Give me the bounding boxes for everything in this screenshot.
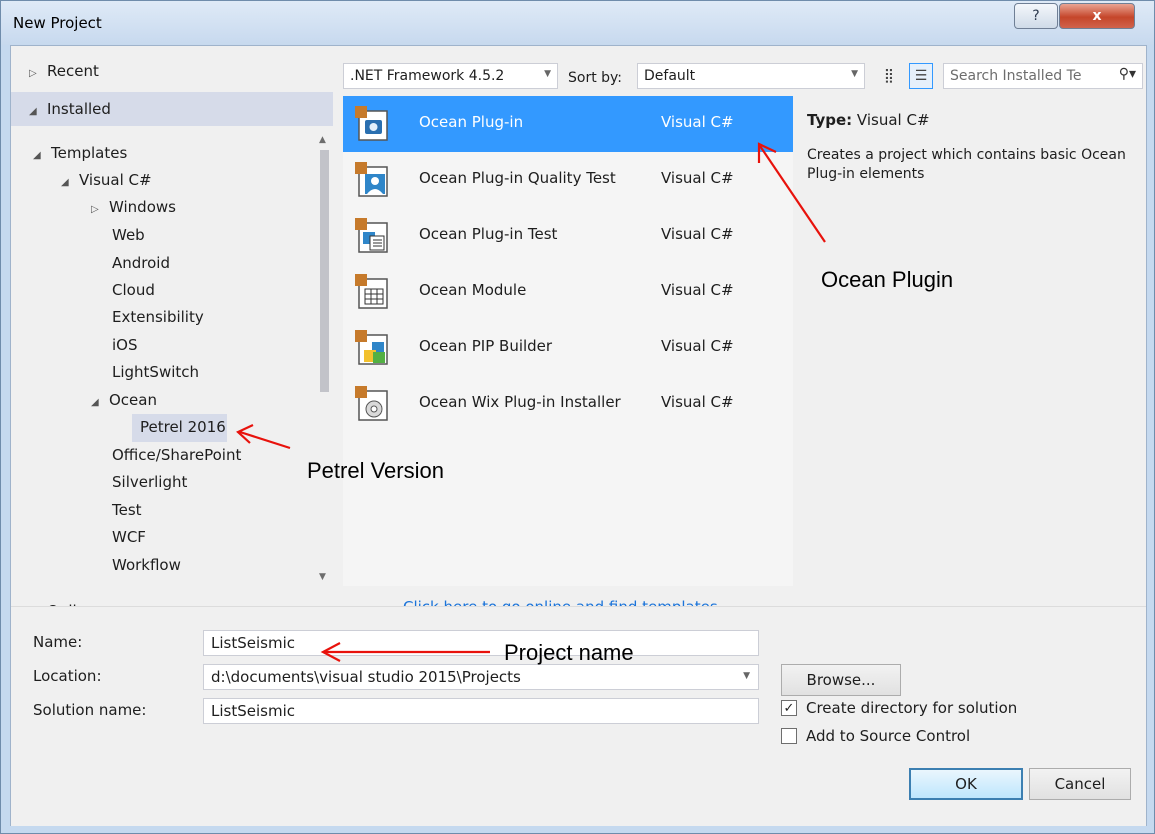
annotation-petrel-version: Petrel Version [307,458,444,483]
window-title: New Project [13,14,102,32]
name-label: Name: [33,633,83,651]
template-item-ocean-pip-builder[interactable]: Ocean PIP Builder Visual C# [343,320,793,376]
template-description: Creates a project which contains basic O… [807,147,1126,182]
annotation-ocean-plugin: Ocean Plugin [821,267,954,292]
checkbox-checked-icon: ✓ [781,700,797,716]
tree-node-wcf[interactable]: WCF [112,528,146,546]
person-icon [355,162,388,197]
sort-label: Sort by: [568,70,623,86]
ok-button[interactable]: OK [909,768,1023,800]
create-directory-checkbox[interactable]: ✓ Create directory for solution [781,699,1017,717]
tree-node-cloud[interactable]: Cloud [112,281,155,299]
collapse-arrow-icon: ◢ [33,150,41,161]
collapse-arrow-icon: ◢ [91,397,99,408]
expand-arrow-icon: ▷ [91,204,99,215]
template-item-ocean-plugin-quality-test[interactable]: Ocean Plug-in Quality Test Visual C# [343,152,793,208]
project-settings-form: Name: ListSeismic Location: d:\documents… [11,606,1146,826]
tree-node-ios[interactable]: iOS [112,336,138,354]
help-icon: ? [1032,8,1040,24]
disc-icon [355,386,388,421]
template-item-ocean-wix-plugin-installer[interactable]: Ocean Wix Plug-in Installer Visual C# [343,376,793,432]
help-button[interactable]: ? [1014,3,1058,29]
grid-icon [355,274,388,309]
close-icon: x [1092,8,1102,24]
scrollbar-thumb[interactable] [320,150,329,392]
camera-icon [355,106,388,141]
tree-node-extensibility[interactable]: Extensibility [112,308,204,326]
tree-node-templates[interactable]: ◢ Templates [33,144,127,162]
chevron-down-icon: ▼ [544,69,551,79]
collapse-arrow-icon: ◢ [29,106,37,117]
template-type: Type: Visual C# [807,111,930,129]
tree-node-windows[interactable]: ▷ Windows [91,198,176,216]
title-bar: New Project ? x [1,1,1154,45]
list-view-button[interactable]: ☰ [909,63,933,89]
checkbox-unchecked-icon [781,728,797,744]
chevron-down-icon: ▼ [851,69,858,79]
cubes-icon [355,330,388,365]
template-item-ocean-plugin-test[interactable]: Ocean Plug-in Test Visual C# [343,208,793,264]
template-tree: ▷ Recent ◢ Installed ◢ Templates ◢ Visual C#… [11,46,333,606]
tree-node-installed[interactable]: ◢ Installed [29,100,111,118]
dialog-body: ▷ Recent ◢ Installed ◢ Templates ◢ Visual C#… [10,45,1147,826]
template-item-ocean-module[interactable]: Ocean Module Visual C# [343,264,793,320]
small-icons-view-button[interactable]: ⣿ [877,63,901,89]
template-list: Ocean Plug-in Visual C# Ocean Plug-in Qu… [343,96,793,586]
new-project-dialog: New Project ? x ▷ Recent ◢ Installed ◢ Temp… [0,0,1155,834]
location-label: Location: [33,667,102,685]
search-icon[interactable]: ⚲▾ [1119,66,1136,82]
template-item-ocean-plugin[interactable]: Ocean Plug-in Visual C# [343,96,793,152]
expand-arrow-icon: ▷ [29,68,37,79]
tree-node-recent[interactable]: ▷ Recent [29,62,99,80]
close-button[interactable]: x [1059,3,1135,29]
tree-node-petrel-2016[interactable]: Petrel 2016 [140,418,226,436]
location-combo[interactable]: d:\documents\visual studio 2015\Projects… [203,664,759,690]
list-view-icon: ☰ [914,68,928,84]
tree-node-test[interactable]: Test [112,501,142,519]
tree-node-office-sharepoint[interactable]: Office/SharePoint [112,446,241,464]
tree-node-visual-csharp[interactable]: ◢ Visual C# [61,171,152,189]
document-icon [355,218,388,253]
tree-scrollbar[interactable]: ▲ ▼ [316,134,333,586]
sort-dropdown[interactable]: Default ▼ [637,63,865,89]
project-name-input[interactable]: ListSeismic [203,630,759,656]
solution-name-label: Solution name: [33,701,147,719]
add-source-control-checkbox[interactable]: Add to Source Control [781,727,970,745]
tree-node-android[interactable]: Android [112,254,170,272]
search-installed-input[interactable]: Search Installed Te ⚲▾ [943,63,1143,89]
cancel-button[interactable]: Cancel [1029,768,1131,800]
tree-node-ocean[interactable]: ◢ Ocean [91,391,157,409]
framework-dropdown[interactable]: .NET Framework 4.5.2 ▼ [343,63,558,89]
tree-node-lightswitch[interactable]: LightSwitch [112,363,199,381]
browse-button[interactable]: Browse... [781,664,901,696]
solution-name-input[interactable]: ListSeismic [203,698,759,724]
tree-node-workflow[interactable]: Workflow [112,556,181,574]
grid-view-icon: ⣿ [883,68,895,84]
scroll-up-icon[interactable]: ▲ [319,135,326,145]
collapse-arrow-icon: ◢ [61,177,69,188]
scroll-down-icon[interactable]: ▼ [319,572,326,582]
chevron-down-icon: ▼ [743,671,750,681]
tree-node-web[interactable]: Web [112,226,145,244]
annotation-project-name: Project name [504,640,634,665]
tree-node-silverlight[interactable]: Silverlight [112,473,187,491]
